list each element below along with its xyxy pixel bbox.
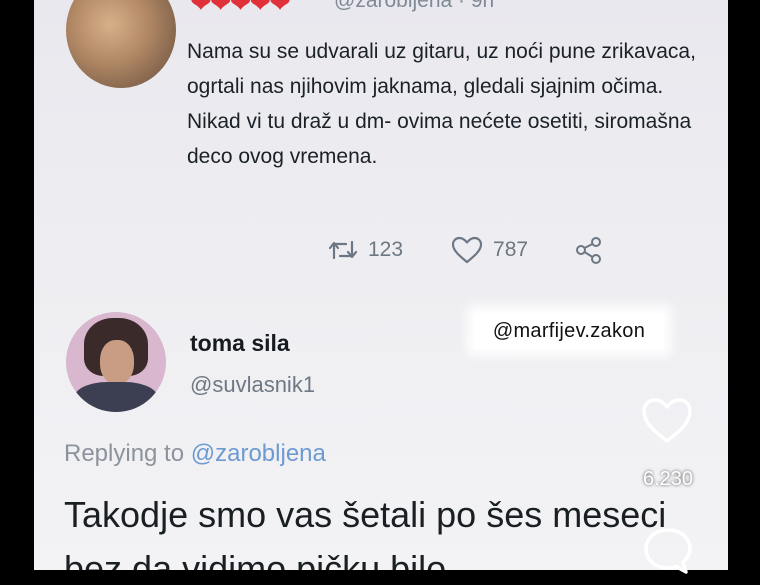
like-count-overlay: 6.230	[642, 468, 694, 490]
share-action	[574, 235, 604, 265]
like-count: 787	[493, 238, 529, 261]
reply-text: Takodje smo vas šetali po šes meseci bez…	[64, 494, 667, 570]
replying-mention: @zarobljena	[190, 440, 326, 467]
like-action: 787	[451, 236, 528, 264]
comment-button[interactable]	[640, 524, 696, 580]
post-viewer: ❤❤❤❤❤ @zarobljena · 9h Nama su se udvara…	[0, 0, 760, 574]
author-name: toma sila	[190, 330, 290, 356]
replying-prefix: Replying to	[64, 440, 185, 467]
heart-icon	[642, 398, 692, 443]
tweet-actions: 123 787	[328, 232, 604, 268]
retweet-action: 123	[328, 238, 403, 262]
avatar	[66, 312, 166, 412]
share-icon	[576, 237, 602, 264]
like-button[interactable]	[640, 396, 694, 450]
heart-row-icon: ❤❤❤❤❤	[190, 0, 291, 18]
comment-icon	[644, 528, 692, 574]
avatar	[66, 0, 176, 88]
heart-outline-icon	[451, 236, 483, 264]
retweet-icon	[328, 240, 358, 260]
replying-to-line: Replying to @zarobljena	[64, 440, 326, 468]
retweet-count: 123	[368, 238, 404, 261]
watermark-sticker: @marfijev.zakon	[474, 313, 664, 349]
tweet-text: Nama su se udvarali uz gitaru, uz noći p…	[187, 40, 696, 168]
author-handle: @suvlasnik1	[190, 372, 316, 397]
tweet-handle: @zarobljena · 9h	[334, 0, 495, 12]
post-image: ❤❤❤❤❤ @zarobljena · 9h Nama su se udvara…	[34, 0, 728, 570]
